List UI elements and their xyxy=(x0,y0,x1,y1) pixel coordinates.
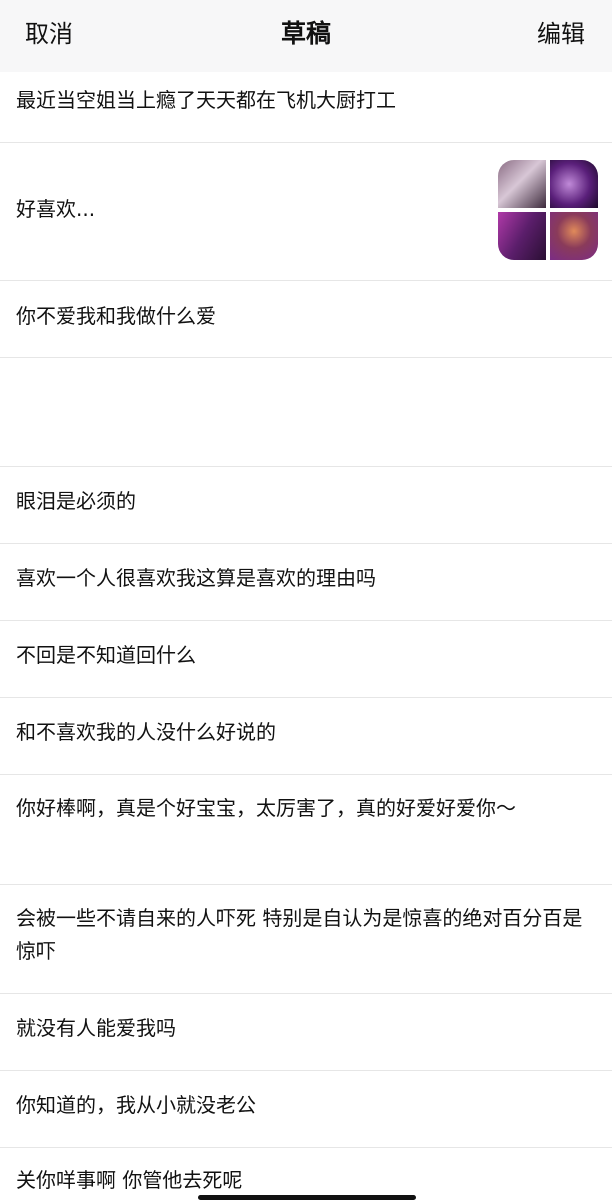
draft-thumbnail[interactable] xyxy=(498,160,598,260)
draft-item[interactable]: 不回是不知道回什么 xyxy=(0,621,612,698)
edit-button[interactable]: 编辑 xyxy=(537,16,585,52)
page-title: 草稿 xyxy=(280,19,331,48)
draft-item[interactable]: 眼泪是必须的 xyxy=(0,467,612,544)
thumbnail-photo xyxy=(550,212,598,260)
draft-text: 你好棒啊，真是个好宝宝，太厉害了，真的好爱好爱你～ xyxy=(16,796,516,820)
draft-item-empty[interactable] xyxy=(0,358,612,467)
draft-item[interactable]: 关你咩事啊 你管他去死呢 xyxy=(0,1148,612,1200)
nav-bar: 取消 草稿 编辑 xyxy=(0,0,612,72)
draft-text: 会被一些不请自来的人吓死 特别是自认为是惊喜的绝对百分百是惊吓 xyxy=(16,906,583,963)
draft-item[interactable]: 就没有人能爱我吗 xyxy=(0,994,612,1071)
draft-item[interactable]: 会被一些不请自来的人吓死 特别是自认为是惊喜的绝对百分百是惊吓 xyxy=(0,885,612,994)
draft-item[interactable]: 喜欢一个人很喜欢我这算是喜欢的理由吗 xyxy=(0,544,612,621)
home-indicator[interactable] xyxy=(198,1195,416,1200)
draft-text: 眼泪是必须的 xyxy=(16,489,136,513)
thumbnail-photo xyxy=(550,160,598,208)
draft-text: 喜欢一个人很喜欢我这算是喜欢的理由吗 xyxy=(16,566,376,590)
draft-item[interactable]: 你知道的，我从小就没老公 xyxy=(0,1071,612,1148)
draft-item[interactable]: 最近当空姐当上瘾了天天都在飞机大厨打工 xyxy=(0,72,612,143)
draft-item[interactable]: 你不爱我和我做什么爱 xyxy=(0,281,612,358)
draft-text: 你不爱我和我做什么爱 xyxy=(16,304,216,328)
thumbnail-photo xyxy=(498,212,546,260)
draft-text: 和不喜欢我的人没什么好说的 xyxy=(16,720,276,744)
draft-item[interactable]: 你好棒啊，真是个好宝宝，太厉害了，真的好爱好爱你～ xyxy=(0,775,612,885)
draft-text: 关你咩事啊 你管他去死呢 xyxy=(16,1168,243,1192)
draft-text: 你知道的，我从小就没老公 xyxy=(16,1093,256,1117)
draft-text: 就没有人能爱我吗 xyxy=(16,1016,176,1040)
draft-text: 最近当空姐当上瘾了天天都在飞机大厨打工 xyxy=(16,88,396,112)
draft-item[interactable]: 和不喜欢我的人没什么好说的 xyxy=(0,698,612,775)
thumbnail-photo xyxy=(498,160,546,208)
draft-text: 不回是不知道回什么 xyxy=(16,643,196,667)
